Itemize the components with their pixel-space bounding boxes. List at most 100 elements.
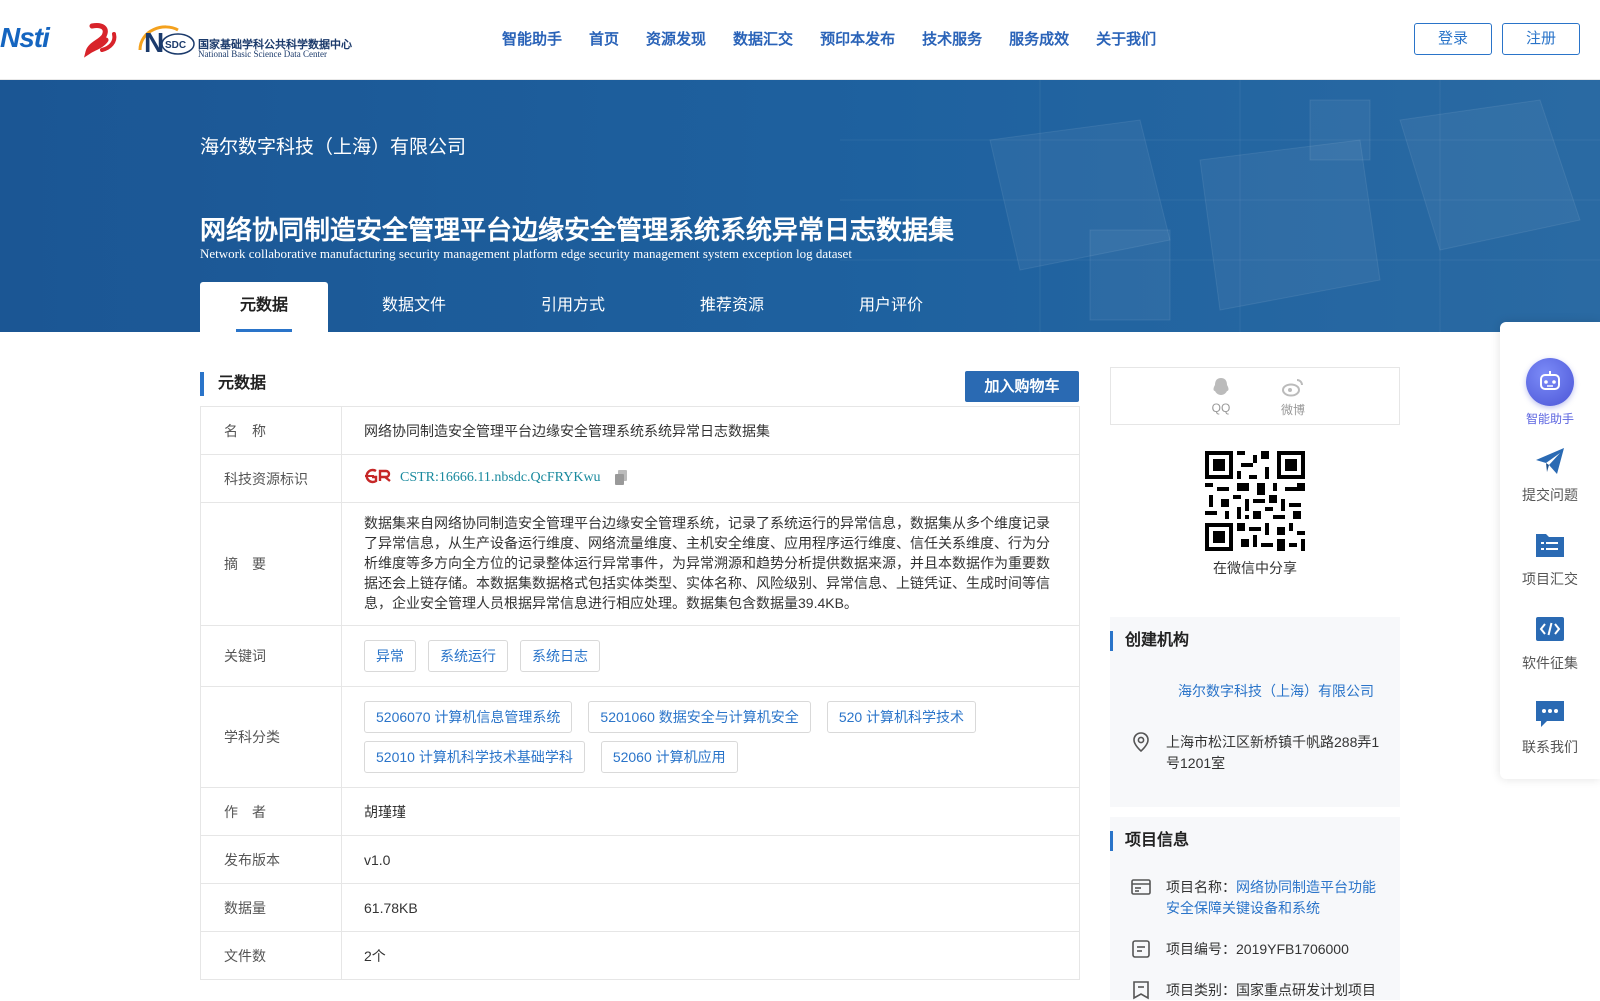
project-type-icon — [1133, 981, 1149, 1000]
float-contact-us[interactable]: 联系我们 — [1500, 696, 1600, 757]
nsdc-logo[interactable]: N SDC 国家基础学科公共科学数据中心 National Basic Scie… — [136, 20, 352, 60]
keyword-tag[interactable]: 系统运行 — [428, 640, 508, 672]
version-label: 发布版本 — [200, 835, 342, 884]
creator-org-link[interactable]: 海尔数字科技（上海）有限公司 — [1178, 681, 1374, 701]
table-row: 关键词 异常 系统运行 系统日志 — [200, 625, 1080, 687]
add-to-cart-button[interactable]: 加入购物车 — [965, 371, 1079, 402]
qq-label: QQ — [1211, 401, 1231, 415]
subject-tag[interactable]: 5206070 计算机信息管理系统 — [364, 701, 573, 733]
project-type-label: 项目类别： — [1166, 982, 1236, 998]
float-software-call[interactable]: 软件征集 — [1500, 612, 1600, 673]
nav-preprint[interactable]: 预印本发布 — [820, 28, 895, 49]
nsdc-name-en: National Basic Science Data Center — [198, 49, 327, 59]
subject-tag[interactable]: 52060 计算机应用 — [600, 741, 738, 773]
wechat-share-caption: 在微信中分享 — [1213, 560, 1297, 576]
tab-data-files[interactable]: 数据文件 — [328, 282, 500, 332]
abstract-value: 数据集来自网络协同制造安全管理平台边缘安全管理系统，记录了系统运行的异常信息，数… — [341, 502, 1080, 626]
author-label: 作 者 — [200, 787, 342, 836]
table-row: 发布版本 v1.0 — [200, 835, 1080, 884]
table-row: 作 者 胡瑾瑾 — [200, 787, 1080, 836]
copy-icon[interactable] — [614, 470, 628, 489]
table-row: 科技资源标识 CSTR:16666.11.nbsdc.QcFRYKwu — [200, 454, 1080, 503]
nav-ai-assistant[interactable]: 智能助手 — [502, 28, 562, 49]
float-submit-question-label: 提交问题 — [1522, 487, 1578, 503]
dataset-tabs: 元数据 数据文件 引用方式 推荐资源 用户评价 — [200, 282, 964, 332]
creator-title: 创建机构 — [1110, 631, 1189, 651]
dataset-banner: 海尔数字科技（上海）有限公司 网络协同制造安全管理平台边缘安全管理系统系统异常日… — [0, 80, 1600, 332]
location-icon — [1133, 732, 1149, 753]
main-nav: 智能助手 首页 资源发现 数据汇交 预印本发布 技术服务 服务成效 关于我们 — [502, 28, 1183, 49]
register-button[interactable]: 注册 — [1502, 23, 1580, 55]
tab-user-reviews[interactable]: 用户评价 — [818, 282, 964, 332]
float-ai-assistant-label: 智能助手 — [1525, 412, 1574, 426]
abstract-label: 摘 要 — [200, 502, 342, 626]
subject-tag[interactable]: 5201060 数据安全与计算机安全 — [588, 701, 811, 733]
name-label: 名 称 — [200, 406, 342, 455]
dataset-title-en: Network collaborative manufacturing secu… — [200, 246, 852, 261]
dataset-org[interactable]: 海尔数字科技（上海）有限公司 — [200, 132, 466, 159]
table-row: 数据量 61.78KB — [200, 883, 1080, 932]
project-code-label: 项目编号： — [1166, 941, 1236, 957]
float-contact-us-label: 联系我们 — [1522, 739, 1578, 755]
project-code-value: 2019YFB1706000 — [1236, 941, 1349, 957]
nav-home[interactable]: 首页 — [589, 28, 619, 49]
project-code-icon — [1132, 940, 1150, 958]
wechat-qr-code — [1205, 451, 1305, 551]
keywords-label: 关键词 — [200, 625, 342, 687]
nav-data-submission[interactable]: 数据汇交 — [733, 28, 793, 49]
svg-text:N: N — [144, 27, 164, 58]
tab-citation[interactable]: 引用方式 — [500, 282, 646, 332]
cstr-logo-icon — [364, 468, 394, 489]
float-project-submission-label: 项目汇交 — [1522, 571, 1578, 587]
metadata-table: 名 称 网络协同制造安全管理平台边缘安全管理系统系统异常日志数据集 科技资源标识… — [200, 406, 1080, 980]
tab-metadata[interactable]: 元数据 — [200, 282, 328, 332]
robot-icon — [1526, 358, 1574, 406]
share-weibo[interactable]: 微博 — [1273, 376, 1313, 418]
creator-address: 上海市松江区新桥镇千帆路288弄1号1201室 — [1166, 734, 1380, 771]
nav-about-us[interactable]: 关于我们 — [1096, 28, 1156, 49]
dataset-title: 网络协同制造安全管理平台边缘安全管理系统系统异常日志数据集 — [200, 215, 955, 245]
float-submit-question[interactable]: 提交问题 — [1500, 444, 1600, 505]
subject-tag[interactable]: 520 计算机科学技术 — [826, 701, 977, 733]
table-row: 摘 要 数据集来自网络协同制造安全管理平台边缘安全管理系统，记录了系统运行的异常… — [200, 502, 1080, 626]
top-bar: Nsti N SDC 国家基础学科公共科学数据中心 National Basic… — [0, 0, 1600, 80]
nsti-logo[interactable]: Nsti — [0, 22, 68, 56]
version-value: v1.0 — [341, 835, 1080, 884]
float-ai-assistant[interactable]: 智能助手 — [1500, 358, 1600, 427]
login-button[interactable]: 登录 — [1414, 23, 1492, 55]
qq-icon — [1213, 378, 1229, 395]
creator-panel: 创建机构 海尔数字科技（上海）有限公司 上海市松江区新桥镇千帆路288弄1号12… — [1110, 617, 1400, 807]
svg-text:SDC: SDC — [165, 40, 186, 51]
table-row: 学科分类 5206070 计算机信息管理系统 5201060 数据安全与计算机安全… — [200, 686, 1080, 788]
cstr-label: 科技资源标识 — [200, 454, 342, 503]
nav-service-results[interactable]: 服务成效 — [1009, 28, 1069, 49]
subjects-label: 学科分类 — [200, 686, 342, 788]
nav-tech-services[interactable]: 技术服务 — [922, 28, 982, 49]
cstr-identifier[interactable]: CSTR:16666.11.nbsdc.QcFRYKwu — [364, 468, 601, 489]
keyword-tag[interactable]: 系统日志 — [520, 640, 600, 672]
share-qq[interactable]: QQ — [1201, 376, 1241, 415]
project-name-label: 项目名称： — [1166, 879, 1236, 895]
share-box: QQ 微博 — [1110, 367, 1400, 425]
project-title: 项目信息 — [1110, 831, 1189, 851]
weibo-label: 微博 — [1280, 403, 1305, 417]
folder-list-icon — [1536, 534, 1564, 557]
files-label: 文件数 — [200, 931, 342, 980]
project-type-value: 国家重点研发计划项目 — [1236, 982, 1376, 998]
weibo-icon — [1282, 379, 1303, 397]
project-panel: 项目信息 项目名称：网络协同制造平台功能安全保障关键设备和系统 项目编号：201… — [1110, 817, 1400, 1000]
size-value: 61.78KB — [341, 883, 1080, 932]
float-project-submission[interactable]: 项目汇交 — [1500, 528, 1600, 589]
metadata-section-title: 元数据 — [200, 372, 266, 396]
subject-tag[interactable]: 52010 计算机科学技术基础学科 — [364, 741, 585, 773]
author-value: 胡瑾瑾 — [341, 787, 1080, 836]
nav-resource-discovery[interactable]: 资源发现 — [646, 28, 706, 49]
red-emblem-logo[interactable] — [82, 22, 120, 58]
tab-recommended[interactable]: 推荐资源 — [646, 282, 818, 332]
table-row: 文件数 2个 — [200, 931, 1080, 980]
project-card-icon — [1131, 879, 1151, 895]
name-value: 网络协同制造安全管理平台边缘安全管理系统系统异常日志数据集 — [341, 406, 1080, 455]
cstr-value: CSTR:16666.11.nbsdc.QcFRYKwu — [400, 470, 601, 486]
floating-toolbar: 智能助手 提交问题 项目汇交 软件征集 联系我们 — [1500, 322, 1600, 779]
keyword-tag[interactable]: 异常 — [364, 640, 416, 672]
